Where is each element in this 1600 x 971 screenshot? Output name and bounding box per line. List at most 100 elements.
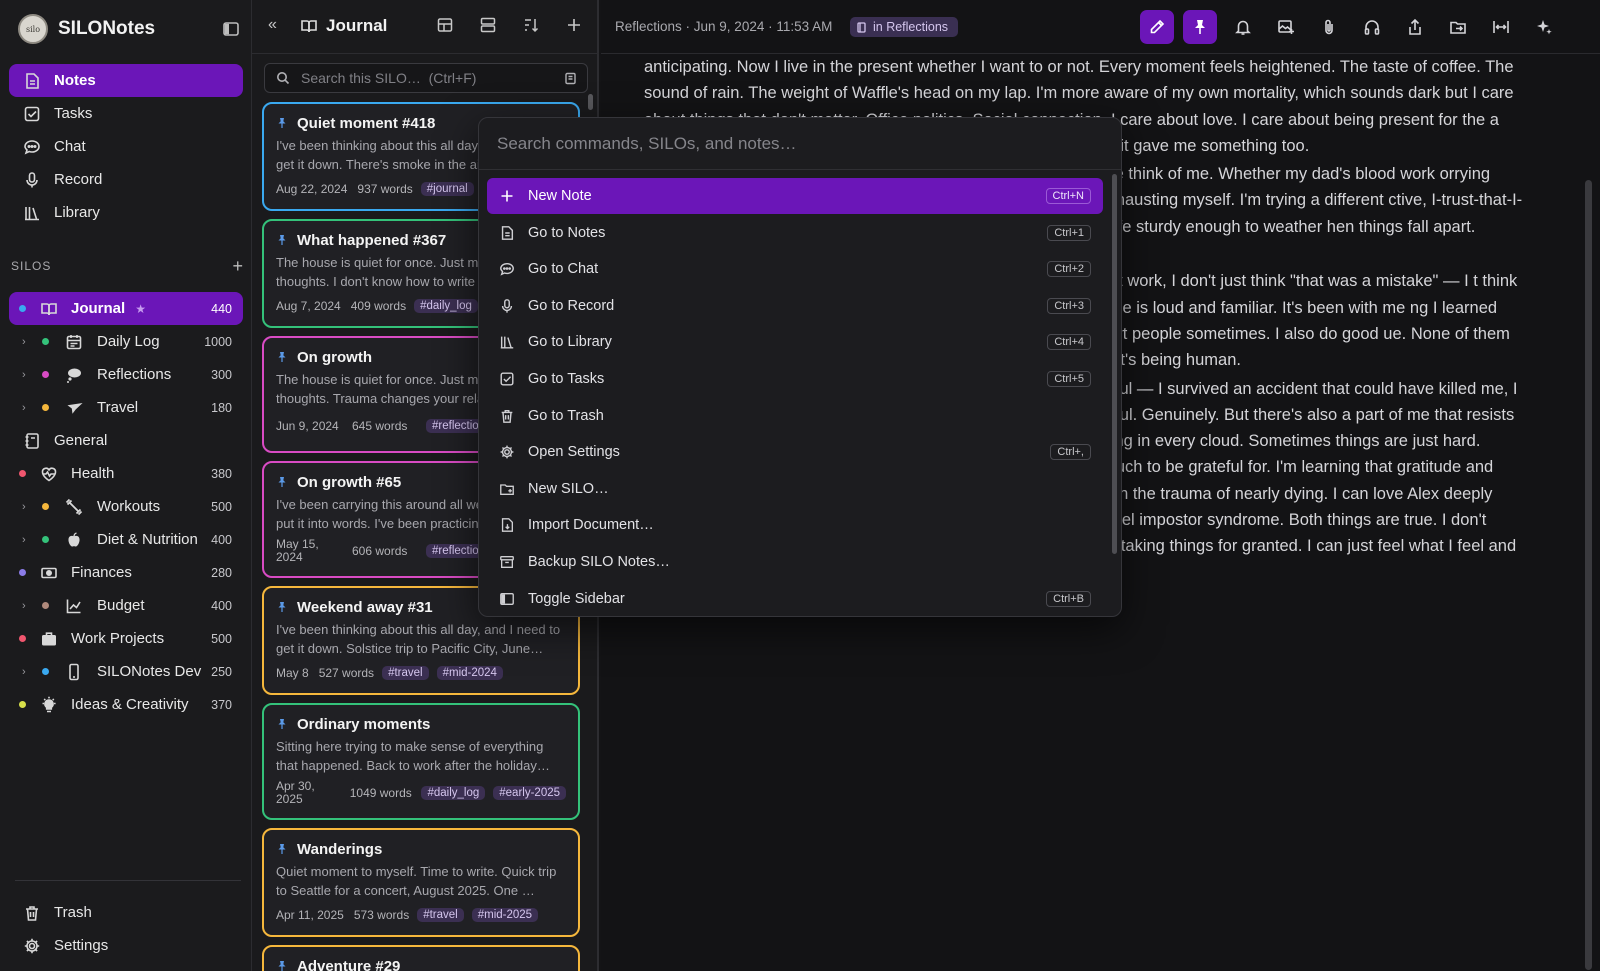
- chevron-right-icon[interactable]: ›: [22, 369, 34, 381]
- silo-item-budget[interactable]: › Budget 400: [9, 589, 243, 622]
- note-tag[interactable]: #daily_log: [414, 299, 478, 313]
- nav-item-chat[interactable]: Chat: [9, 130, 243, 163]
- add-image-button[interactable]: [1269, 10, 1303, 44]
- note-card[interactable]: Wanderings Quiet moment to myself. Time t…: [262, 828, 580, 937]
- command-go-to-chat[interactable]: Go to Chat Ctrl+2: [487, 251, 1103, 287]
- silo-item-journal[interactable]: Journal ★ 440: [9, 292, 243, 325]
- silo-item-diet-and-nutrition[interactable]: › Diet & Nutrition 400: [9, 523, 243, 556]
- note-meta: Apr 30, 2025 1049 words #daily_log #early-2…: [276, 778, 566, 808]
- note-tag[interactable]: #travel: [417, 908, 464, 922]
- chart-icon: [65, 597, 83, 615]
- command-list-scrollbar[interactable]: [1112, 174, 1117, 554]
- nav-item-trash[interactable]: Trash: [9, 896, 243, 929]
- command-go-to-record[interactable]: Go to Record Ctrl+3: [487, 288, 1103, 324]
- width-button[interactable]: [1484, 10, 1518, 44]
- command-label: Go to Chat: [528, 261, 599, 278]
- silo-item-silonotes-dev[interactable]: › SILONotes Dev 250: [9, 655, 243, 688]
- note-list-header: « Journal: [252, 0, 599, 54]
- silo-search-input[interactable]: [301, 70, 564, 86]
- gear-icon: [23, 937, 41, 955]
- note-tag[interactable]: #early-2025: [493, 786, 566, 800]
- sparkle-icon: [1535, 18, 1553, 36]
- command-go-to-notes[interactable]: Go to Notes Ctrl+1: [487, 215, 1103, 251]
- silo-item-general[interactable]: General: [9, 424, 243, 457]
- note-snippet: I've been thinking about this all day, a…: [276, 622, 561, 656]
- chevron-right-icon[interactable]: ›: [22, 600, 34, 612]
- command-go-to-library[interactable]: Go to Library Ctrl+4: [487, 324, 1103, 360]
- bell-button[interactable]: [1226, 10, 1260, 44]
- chevron-right-icon[interactable]: ›: [22, 534, 34, 546]
- silo-badge[interactable]: in Reflections: [850, 17, 959, 37]
- plus-icon: [499, 188, 515, 204]
- layout-rows-icon[interactable]: [479, 16, 497, 34]
- note-list-scrollbar[interactable]: [588, 94, 593, 110]
- note-card[interactable]: Adventure #29I keep coming back to this …: [262, 945, 580, 971]
- note-tag[interactable]: #mid-2024: [436, 666, 503, 680]
- note-word-count: 1049 words: [349, 785, 412, 800]
- sidebar-divider: [15, 880, 241, 881]
- note-date: Apr 11, 2025: [276, 908, 344, 922]
- share-button[interactable]: [1398, 10, 1432, 44]
- note-date: May 8: [276, 666, 309, 680]
- silo-item-label: Journal: [71, 300, 126, 317]
- note-date: Jun 9, 2024: [276, 418, 339, 433]
- attach-button[interactable]: [1312, 10, 1346, 44]
- command-toggle-sidebar[interactable]: Toggle Sidebar Ctrl+B: [487, 581, 1103, 616]
- sparkle-button[interactable]: [1527, 10, 1561, 44]
- chevron-right-icon[interactable]: ›: [22, 336, 34, 348]
- nav-item-notes[interactable]: Notes: [9, 64, 243, 97]
- note-title: What happened #367: [297, 231, 447, 249]
- add-silo-icon[interactable]: +: [232, 256, 243, 277]
- nav-item-tasks[interactable]: Tasks: [9, 97, 243, 130]
- collapse-sidebar-icon[interactable]: [222, 20, 240, 38]
- command-open-settings[interactable]: Open Settings Ctrl+,: [487, 434, 1103, 470]
- nav-item-settings[interactable]: Settings: [9, 929, 243, 962]
- command-backup-silo-notes[interactable]: Backup SILO Notes…: [487, 544, 1103, 580]
- edit-button[interactable]: [1140, 10, 1174, 44]
- silo-color-dot: [19, 305, 26, 312]
- pin-button[interactable]: [1183, 10, 1217, 44]
- layout-grid-icon[interactable]: [436, 16, 454, 34]
- command-new-note[interactable]: New Note Ctrl+N: [487, 178, 1103, 214]
- silo-search: [264, 63, 588, 93]
- phone-icon: [65, 663, 83, 681]
- command-import-document[interactable]: Import Document…: [487, 507, 1103, 543]
- nav-item-library[interactable]: Library: [9, 196, 243, 229]
- note-breadcrumb: Reflections · Jun 9, 2024 · 11:53 AM: [615, 19, 833, 34]
- silo-item-daily-log[interactable]: › Daily Log 1000: [9, 325, 243, 358]
- pin-icon: [276, 351, 288, 363]
- chevron-right-icon[interactable]: ›: [22, 402, 34, 414]
- chevron-right-icon[interactable]: ›: [22, 501, 34, 513]
- move-folder-button[interactable]: [1441, 10, 1475, 44]
- headphones-button[interactable]: [1355, 10, 1389, 44]
- silo-count: 400: [211, 532, 232, 547]
- chevron-right-icon[interactable]: ›: [22, 666, 34, 678]
- silo-item-work-projects[interactable]: Work Projects 500: [9, 622, 243, 655]
- silo-item-reflections[interactable]: › Reflections 300: [9, 358, 243, 391]
- note-card[interactable]: Ordinary moments Sitting here trying to m…: [262, 703, 580, 820]
- pin-icon: [276, 234, 288, 246]
- collapse-list-icon[interactable]: «: [268, 16, 277, 34]
- note-tag[interactable]: #travel: [382, 666, 429, 680]
- filter-icon[interactable]: [564, 72, 577, 85]
- nav-item-record[interactable]: Record: [9, 163, 243, 196]
- silo-item-label: Finances: [71, 564, 132, 581]
- command-go-to-tasks[interactable]: Go to Tasks Ctrl+5: [487, 361, 1103, 397]
- silo-item-finances[interactable]: Finances 280: [9, 556, 243, 589]
- silo-item-ideas-and-creativity[interactable]: Ideas & Creativity 370: [9, 688, 243, 721]
- command-search-input[interactable]: [497, 131, 1097, 157]
- note-tag[interactable]: #journal: [420, 182, 474, 196]
- note-tag[interactable]: #mid-2025: [471, 908, 539, 922]
- note-tag[interactable]: #daily_log: [421, 786, 486, 800]
- command-new-silo[interactable]: New SILO…: [487, 471, 1103, 507]
- silo-item-label: Budget: [97, 597, 145, 614]
- command-go-to-trash[interactable]: Go to Trash: [487, 398, 1103, 434]
- sort-icon[interactable]: [522, 16, 540, 34]
- star-icon[interactable]: ★: [135, 302, 146, 316]
- editor-scrollbar[interactable]: [1585, 180, 1592, 970]
- silo-item-workouts[interactable]: › Workouts 500: [9, 490, 243, 523]
- silo-item-travel[interactable]: › Travel 180: [9, 391, 243, 424]
- new-note-icon[interactable]: [565, 16, 583, 34]
- note-date: May 15, 2024: [276, 537, 319, 564]
- silo-item-health[interactable]: Health 380: [9, 457, 243, 490]
